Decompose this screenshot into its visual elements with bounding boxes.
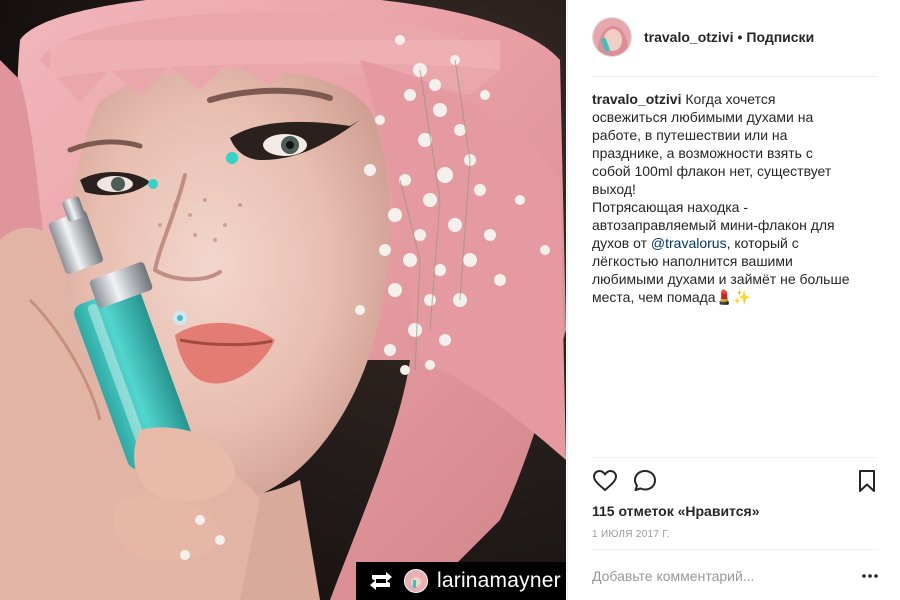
repost-icon xyxy=(370,572,392,590)
comment-input[interactable] xyxy=(592,568,860,584)
heart-icon[interactable] xyxy=(592,468,618,494)
header-separator: • xyxy=(737,29,743,45)
more-options-button[interactable] xyxy=(860,566,880,586)
post-date[interactable]: 1 июля 2017 г. xyxy=(592,529,670,540)
repost-avatar xyxy=(404,569,428,593)
post-photo[interactable]: larinamayner xyxy=(0,0,566,600)
photo-illustration xyxy=(0,0,566,600)
post-details-panel: travalo_otzivi • Подписки travalo_otzivi… xyxy=(567,0,900,600)
post-actions xyxy=(592,468,880,496)
more-dots-icon xyxy=(862,574,878,578)
author-username[interactable]: travalo_otzivi xyxy=(644,29,733,45)
comment-divider xyxy=(592,549,877,550)
post-header: travalo_otzivi • Подписки xyxy=(592,16,814,58)
caption-username[interactable]: travalo_otzivi xyxy=(592,91,681,107)
instagram-post: larinamayner travalo_otzivi • Подписки t… xyxy=(0,0,900,600)
follow-button[interactable]: Подписки xyxy=(746,29,814,45)
bookmark-icon[interactable] xyxy=(854,468,880,494)
repost-tag[interactable]: larinamayner xyxy=(356,562,566,600)
header-divider xyxy=(592,76,877,77)
speech-bubble-icon[interactable] xyxy=(632,468,658,494)
repost-username: larinamayner xyxy=(437,569,561,592)
likes-count[interactable]: 115 отметок «Нравится» xyxy=(592,503,759,519)
post-caption: travalo_otzivi Когда хочется освежиться … xyxy=(592,90,854,306)
actions-divider xyxy=(592,457,877,458)
caption-emoji: 💄✨ xyxy=(715,289,751,305)
comment-form xyxy=(592,556,880,596)
avatar[interactable] xyxy=(592,17,632,57)
caption-mention-link[interactable]: @travalorus xyxy=(651,235,727,251)
